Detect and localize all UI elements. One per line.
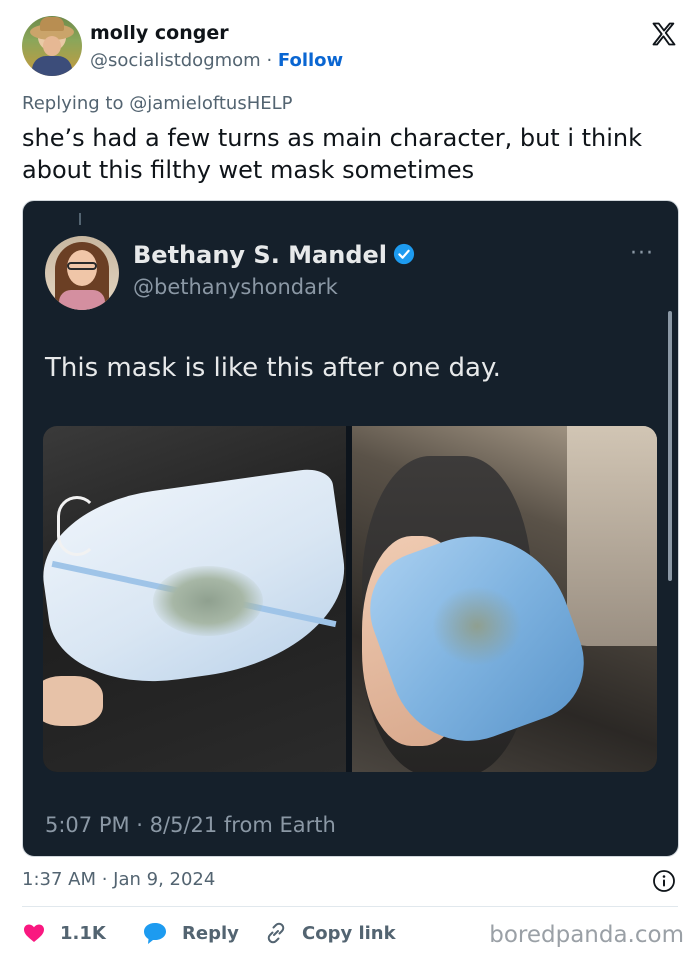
verified-badge-icon <box>393 243 415 265</box>
tweet-timestamp[interactable]: 1:37 AM · Jan 9, 2024 <box>22 869 215 890</box>
embedded-timestamp: 5:07 PM · 8/5/21 from Earth <box>45 813 336 837</box>
embedded-author-name-text: Bethany S. Mandel <box>133 241 388 269</box>
heart-icon <box>24 924 44 942</box>
follow-button[interactable]: Follow <box>278 50 343 71</box>
tweet-header: molly conger @socialistdogmom · Follow <box>22 16 680 78</box>
copy-link-button[interactable]: Copy link <box>264 918 396 948</box>
info-icon[interactable] <box>652 869 676 893</box>
mask-photo-right <box>352 426 657 772</box>
avatar[interactable] <box>22 16 82 76</box>
like-button[interactable]: 1.1K <box>22 918 106 948</box>
embedded-tweet-text: This mask is like this after one day. <box>45 353 501 383</box>
tweet-text: she’s had a few turns as main character,… <box>22 124 643 184</box>
reply-context[interactable]: Replying to @jamieloftusHELP <box>22 93 293 114</box>
author-handle-line: @socialistdogmom · Follow <box>90 50 343 71</box>
embedded-author-name: Bethany S. Mandel <box>133 241 415 269</box>
scrollbar <box>668 311 672 581</box>
embedded-media <box>43 426 657 772</box>
thread-line <box>79 213 81 225</box>
author-name[interactable]: molly conger <box>90 22 229 44</box>
reply-label: Reply <box>182 922 239 944</box>
reply-button[interactable]: Reply <box>142 918 239 948</box>
copy-link-label: Copy link <box>302 922 396 944</box>
x-logo-icon[interactable] <box>650 20 678 48</box>
more-options-icon: ··· <box>630 241 654 266</box>
watermark: boredpanda.com <box>489 922 684 948</box>
embedded-author-handle: @bethanyshondark <box>133 275 338 299</box>
separator-dot: · <box>266 50 273 71</box>
mask-photo-left <box>43 426 346 772</box>
embedded-avatar <box>45 236 119 310</box>
embedded-tweet-card[interactable]: Bethany S. Mandel @bethanyshondark ··· T… <box>22 200 679 857</box>
author-handle[interactable]: @socialistdogmom <box>90 50 261 71</box>
divider <box>22 906 678 907</box>
link-icon <box>267 922 285 944</box>
like-count: 1.1K <box>60 922 106 944</box>
reply-bubble-icon <box>144 923 166 944</box>
